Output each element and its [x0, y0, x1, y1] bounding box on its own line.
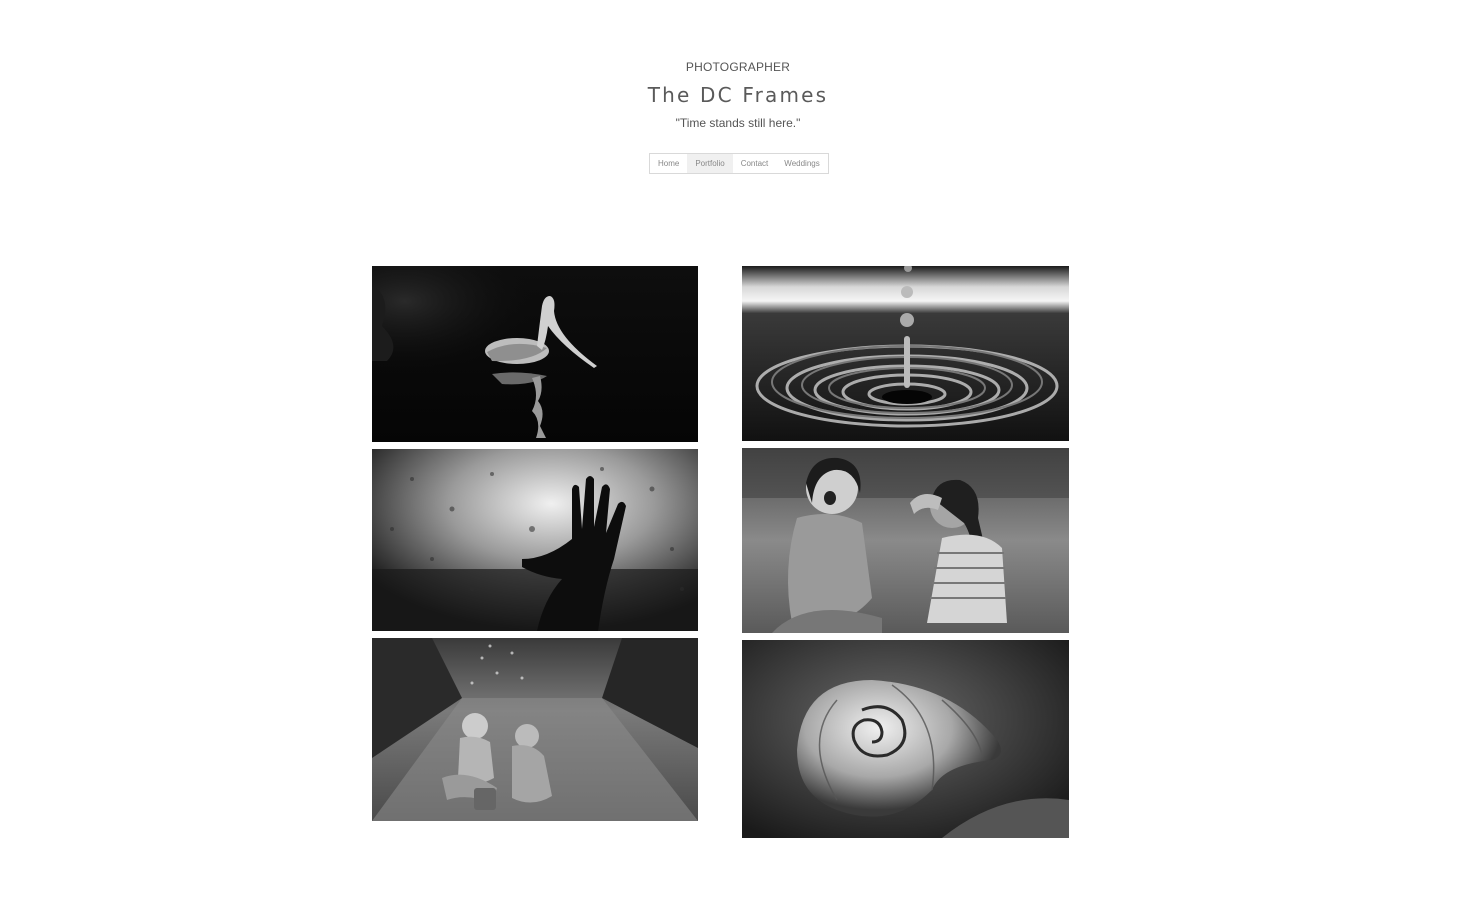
nav-item-contact[interactable]: Contact: [733, 154, 777, 173]
photo-water-drop[interactable]: [742, 266, 1069, 441]
children-rain-image: [372, 638, 698, 821]
snail-shell-image: [742, 640, 1069, 838]
photo-pelican[interactable]: [372, 266, 698, 442]
photo-children-rain[interactable]: [372, 638, 698, 821]
rainy-window-image: [372, 449, 698, 631]
water-drop-image: [742, 266, 1069, 441]
portfolio-page: PHOTOGRAPHER The DC Frames "Time stands …: [0, 0, 1460, 901]
nav-item-home[interactable]: Home: [650, 154, 687, 173]
photo-snail-shell[interactable]: [742, 640, 1069, 838]
nav-item-weddings[interactable]: Weddings: [776, 154, 827, 173]
photo-girls-laughing[interactable]: [742, 448, 1069, 633]
site-tagline: "Time stands still here.": [675, 116, 801, 130]
site-title[interactable]: The DC Frames: [0, 83, 1460, 107]
main-nav: Home Portfolio Contact Weddings: [649, 153, 829, 174]
nav-item-portfolio[interactable]: Portfolio: [687, 154, 733, 173]
girls-laughing-image: [742, 448, 1069, 633]
site-role: PHOTOGRAPHER: [685, 60, 791, 74]
photo-rainy-window[interactable]: [372, 449, 698, 631]
pelican-image: [372, 266, 698, 442]
